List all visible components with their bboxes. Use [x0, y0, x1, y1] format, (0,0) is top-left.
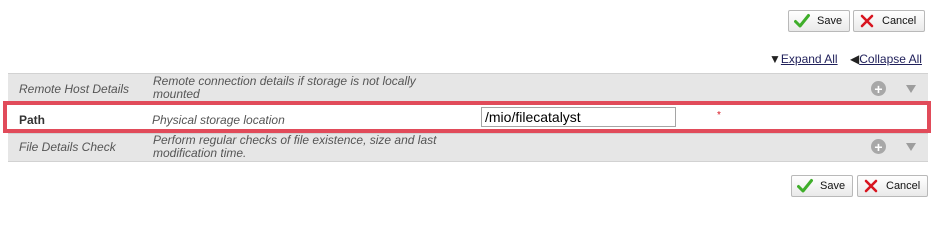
save-button[interactable]: Save [791, 175, 853, 197]
settings-row-path: Path Physical storage location * [3, 101, 931, 133]
required-marker: * [717, 110, 721, 121]
save-button[interactable]: Save [788, 10, 850, 32]
cancel-button[interactable]: Cancel [857, 175, 928, 197]
save-button-label: Save [817, 15, 843, 27]
cancel-button-label: Cancel [882, 15, 917, 27]
collapse-all-link[interactable]: Collapse All [859, 52, 922, 66]
plus-icon[interactable]: + [871, 139, 886, 154]
check-icon [796, 177, 814, 195]
save-button-label: Save [820, 180, 846, 192]
check-icon [793, 12, 811, 30]
caret-left-icon: ◀ [850, 52, 860, 66]
row-name: Remote Host Details [19, 82, 130, 96]
x-icon [858, 12, 876, 30]
settings-row-file-details-check[interactable]: File Details Check Perform regular check… [8, 133, 928, 162]
row-description: Remote connection details if storage is … [153, 74, 416, 101]
cancel-button[interactable]: Cancel [853, 10, 925, 32]
row-description: Physical storage location [152, 113, 285, 127]
collapse-all-control[interactable]: ◀Collapse All [850, 52, 922, 66]
settings-row-remote-host[interactable]: Remote Host Details Remote connection de… [8, 73, 928, 101]
row-name: Path [19, 113, 46, 127]
caret-down-icon[interactable] [906, 143, 916, 151]
expand-all-control[interactable]: ▼Expand All [769, 52, 838, 66]
row-name: File Details Check [19, 140, 116, 154]
x-icon [862, 177, 880, 195]
caret-down-icon[interactable] [906, 85, 916, 93]
caret-down-icon: ▼ [769, 52, 781, 66]
path-input[interactable] [481, 107, 676, 127]
cancel-button-label: Cancel [886, 180, 921, 192]
expand-all-link[interactable]: Expand All [781, 52, 838, 66]
row-description: Perform regular checks of file existence… [153, 133, 437, 160]
plus-icon[interactable]: + [871, 81, 886, 96]
